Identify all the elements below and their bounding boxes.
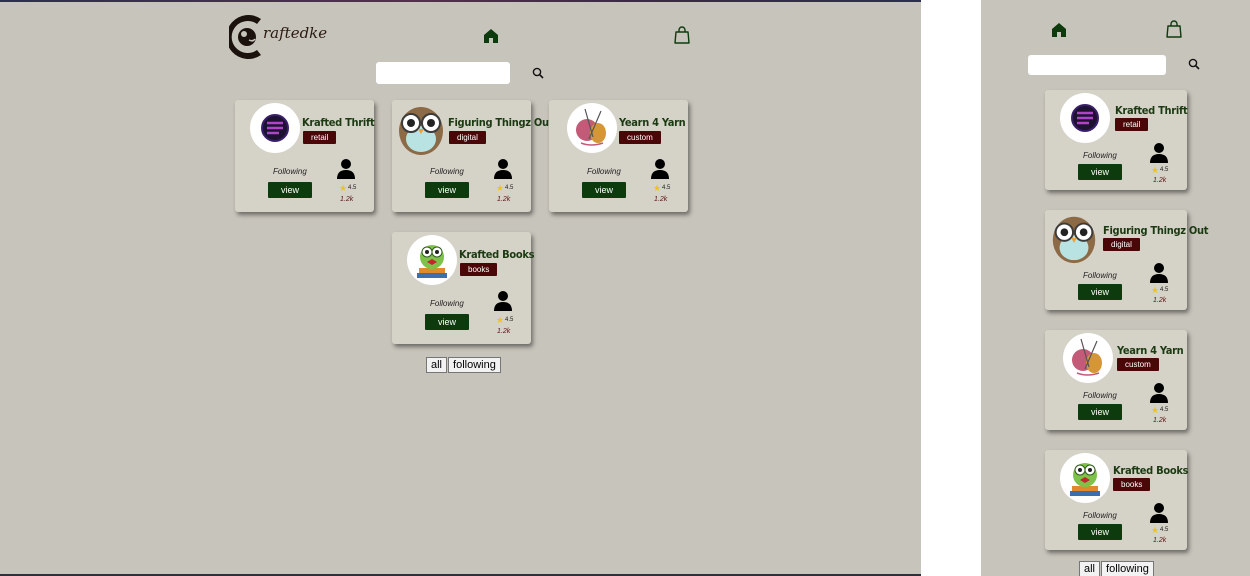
user-icon[interactable] xyxy=(1150,262,1168,284)
home-icon[interactable] xyxy=(1050,21,1068,39)
review-count: 1.2k xyxy=(1153,177,1167,184)
books-logo-icon xyxy=(1060,453,1110,503)
following-label: Following xyxy=(430,299,464,308)
view-button[interactable]: view xyxy=(1078,164,1122,180)
following-label: Following xyxy=(1083,151,1117,160)
star-icon: ★ xyxy=(496,315,505,325)
rating-value: 4.5 xyxy=(348,185,357,191)
review-count: 1.2k xyxy=(340,196,354,203)
shop-card: Krafted Books books Following view ★ 4.5… xyxy=(1045,450,1189,550)
category-badge: retail xyxy=(1115,118,1149,131)
view-button[interactable]: view xyxy=(268,182,312,198)
shop-name: Krafted Books xyxy=(459,248,535,261)
rating-value: 4.5 xyxy=(505,185,514,191)
thrift-logo-icon xyxy=(1060,93,1110,143)
category-badge: retail xyxy=(303,131,337,144)
star-icon: ★ xyxy=(1151,165,1160,175)
user-icon[interactable] xyxy=(494,290,512,312)
rating-value: 4.5 xyxy=(1160,407,1169,413)
logo-text: raftedke xyxy=(263,24,328,42)
star-icon: ★ xyxy=(1151,405,1160,415)
view-button[interactable]: view xyxy=(582,182,626,198)
star-icon: ★ xyxy=(1151,285,1160,295)
mobile-view: Krafted Thrift retail Following view ★ 4… xyxy=(981,0,1250,576)
shop-card: Krafted Thrift retail Following view ★ 4… xyxy=(1045,90,1188,190)
star-icon: ★ xyxy=(653,183,662,193)
view-button[interactable]: view xyxy=(1078,404,1122,420)
user-icon[interactable] xyxy=(1150,142,1168,164)
shop-card: Yearn 4 Yarn custom Following view ★ 4.5… xyxy=(549,100,688,212)
category-badge: digital xyxy=(1103,238,1140,251)
review-count: 1.2k xyxy=(497,196,511,203)
review-count: 1.2k xyxy=(497,328,511,335)
search-input[interactable] xyxy=(1028,55,1166,75)
rating-value: 4.5 xyxy=(1160,287,1169,293)
search-icon[interactable] xyxy=(532,67,544,79)
yarn-logo-icon xyxy=(1063,333,1113,383)
filter-all-button[interactable]: all xyxy=(1079,561,1101,576)
top-border xyxy=(0,0,921,2)
shop-name: Yearn 4 Yarn xyxy=(1117,344,1184,357)
user-icon[interactable] xyxy=(337,158,355,180)
review-count: 1.2k xyxy=(1153,537,1167,544)
filter-all-button[interactable]: all xyxy=(426,357,448,373)
desktop-view: raftedke Krafted Thrift retail Following… xyxy=(0,0,921,576)
filter-toggle: all following xyxy=(1079,561,1155,576)
shop-card: Figuring Thingz Out digital Following vi… xyxy=(392,100,554,212)
following-label: Following xyxy=(430,167,464,176)
category-badge: custom xyxy=(1117,358,1159,371)
shop-name: Figuring Thingz Out xyxy=(448,116,554,129)
owl-logo-icon xyxy=(1048,211,1100,265)
rating-value: 4.5 xyxy=(662,185,671,191)
yarn-logo-icon xyxy=(567,103,617,153)
shop-name: Krafted Thrift xyxy=(302,116,375,129)
user-icon[interactable] xyxy=(651,158,669,180)
rating-value: 4.5 xyxy=(1160,527,1169,533)
shop-name: Krafted Thrift xyxy=(1115,104,1188,117)
filter-following-button[interactable]: following xyxy=(448,357,501,373)
shopping-bag-icon[interactable] xyxy=(673,26,691,44)
category-badge: books xyxy=(1113,478,1151,491)
user-icon[interactable] xyxy=(494,158,512,180)
view-button[interactable]: view xyxy=(425,314,469,330)
view-button[interactable]: view xyxy=(1078,284,1122,300)
following-label: Following xyxy=(1083,511,1117,520)
shop-card: Yearn 4 Yarn custom Following view ★ 4.5… xyxy=(1045,330,1187,430)
following-label: Following xyxy=(1083,391,1117,400)
view-button[interactable]: view xyxy=(425,182,469,198)
review-count: 1.2k xyxy=(1153,417,1167,424)
category-badge: custom xyxy=(619,131,661,144)
following-label: Following xyxy=(587,167,621,176)
owl-logo-icon xyxy=(395,101,447,157)
review-count: 1.2k xyxy=(654,196,668,203)
category-badge: books xyxy=(460,263,498,276)
shop-card: Krafted Thrift retail Following view ★ 4… xyxy=(235,100,375,212)
view-button[interactable]: view xyxy=(1078,524,1122,540)
user-icon[interactable] xyxy=(1150,502,1168,524)
category-badge: digital xyxy=(449,131,486,144)
star-icon: ★ xyxy=(339,183,348,193)
star-icon: ★ xyxy=(1151,525,1160,535)
following-label: Following xyxy=(273,167,307,176)
shop-card: Figuring Thingz Out digital Following vi… xyxy=(1045,210,1209,310)
rating-value: 4.5 xyxy=(505,317,514,323)
shop-card: Krafted Books books Following view ★ 4.5… xyxy=(392,232,535,344)
following-label: Following xyxy=(1083,271,1117,280)
review-count: 1.2k xyxy=(1153,297,1167,304)
search-input[interactable] xyxy=(376,62,510,84)
brand-logo[interactable]: raftedke xyxy=(226,10,329,62)
shop-name: Figuring Thingz Out xyxy=(1103,224,1209,237)
thrift-logo-icon xyxy=(250,103,300,153)
shop-name: Yearn 4 Yarn xyxy=(619,116,686,129)
shopping-bag-icon[interactable] xyxy=(1165,20,1183,38)
filter-following-button[interactable]: following xyxy=(1101,561,1154,576)
star-icon: ★ xyxy=(496,183,505,193)
home-icon[interactable] xyxy=(482,27,500,45)
filter-toggle: all following xyxy=(426,357,502,373)
user-icon[interactable] xyxy=(1150,382,1168,404)
books-logo-icon xyxy=(407,235,457,285)
search-icon[interactable] xyxy=(1188,58,1200,70)
shop-name: Krafted Books xyxy=(1113,464,1189,477)
rating-value: 4.5 xyxy=(1160,167,1169,173)
